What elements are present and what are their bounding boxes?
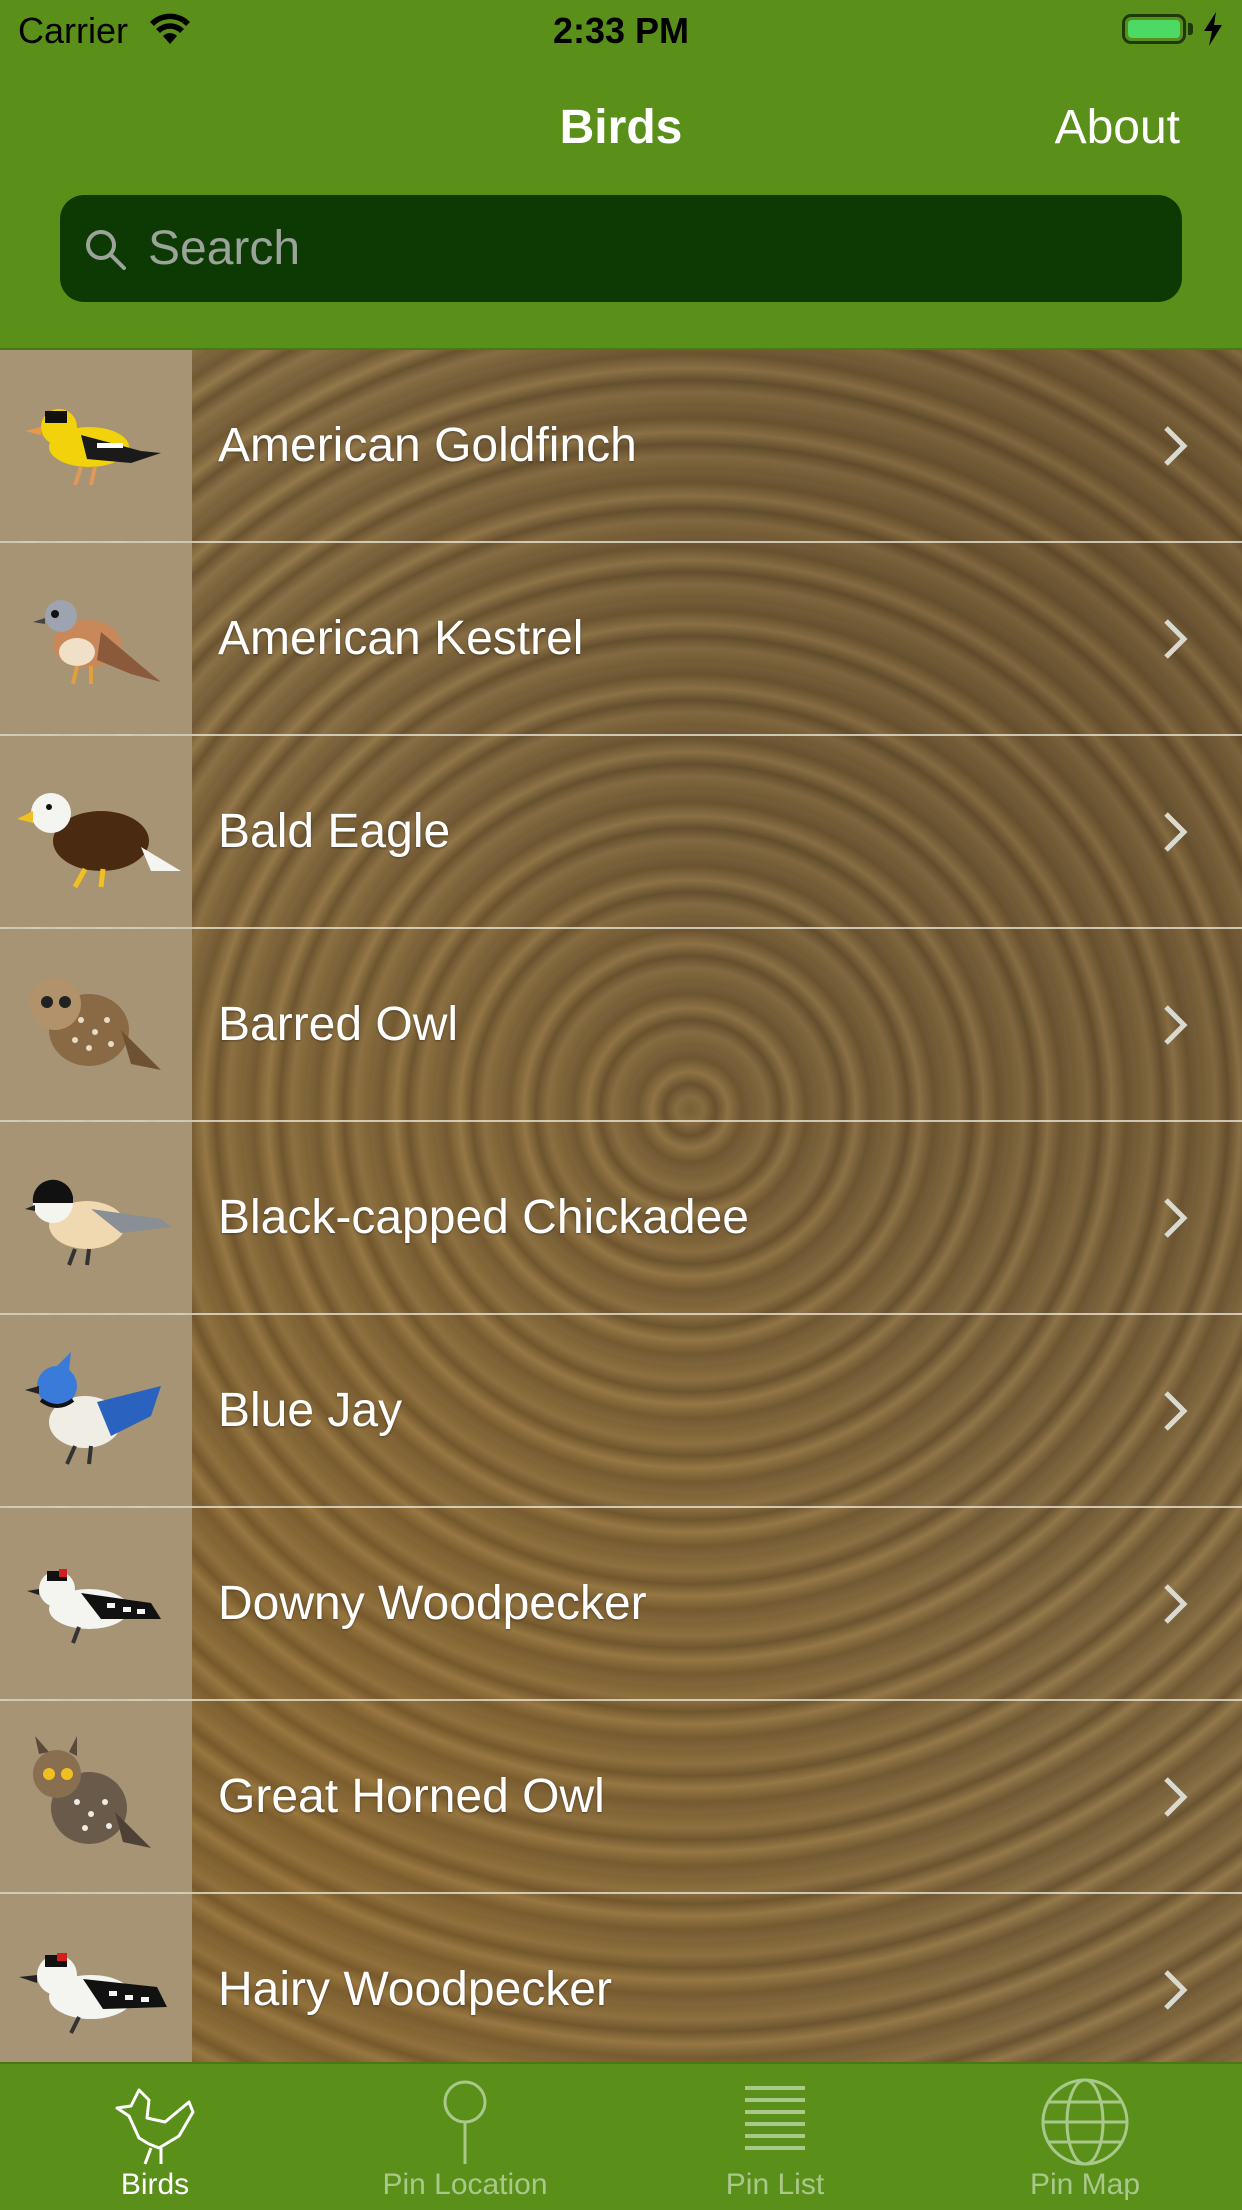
- hairy-woodpecker-icon: [19, 1952, 167, 2034]
- eagle-icon: [17, 792, 181, 888]
- battery-tip: [1188, 23, 1193, 35]
- chickadee-icon: [25, 1179, 171, 1266]
- tab-pin-location[interactable]: Pin Location: [310, 2064, 620, 2210]
- list-item-blue-jay[interactable]: Blue Jay: [0, 1315, 1242, 1508]
- list-item-american-goldfinch[interactable]: American Goldfinch: [0, 350, 1242, 543]
- bird-name: Downy Woodpecker: [218, 1577, 647, 1630]
- kestrel-icon: [33, 599, 161, 684]
- chevron-right-icon: [1164, 425, 1188, 466]
- bird-name: Black-capped Chickadee: [218, 1191, 749, 1244]
- bird-name: Bald Eagle: [218, 805, 451, 858]
- search-bar[interactable]: [60, 195, 1182, 302]
- bird-list: American Goldfinch American Kestrel Bald…: [0, 350, 1242, 2062]
- bird-thumbnail: [0, 1122, 192, 1313]
- chevron-right-icon: [1164, 1583, 1188, 1624]
- bird-thumbnail: [0, 350, 192, 541]
- tab-label: Birds: [120, 2168, 190, 2201]
- list-item-hairy-woodpecker[interactable]: Hairy Woodpecker: [0, 1894, 1242, 2062]
- bird-thumbnail: [0, 1701, 192, 1892]
- chevron-right-icon: [1164, 1776, 1188, 1817]
- battery-icon: [1122, 14, 1186, 44]
- search-input[interactable]: [146, 220, 1100, 277]
- chevron-right-icon: [1164, 1004, 1188, 1045]
- status-bar: Carrier 2:33 PM: [0, 0, 1242, 60]
- charging-bolt-icon: [1204, 12, 1222, 46]
- list-item-bald-eagle[interactable]: Bald Eagle: [0, 736, 1242, 929]
- blue-jay-icon: [25, 1351, 161, 1465]
- tab-pin-list[interactable]: Pin List: [620, 2064, 930, 2210]
- bird-thumbnail: [0, 929, 192, 1120]
- bird-name: Barred Owl: [218, 998, 459, 1051]
- list-item-downy-woodpecker[interactable]: Downy Woodpecker: [0, 1508, 1242, 1701]
- chevron-right-icon: [1164, 1969, 1188, 2010]
- list-item-great-horned-owl[interactable]: Great Horned Owl: [0, 1701, 1242, 1894]
- tab-pin-map[interactable]: Pin Map: [930, 2064, 1240, 2210]
- pin-icon: [443, 2080, 487, 2164]
- clock: 2:33 PM: [552, 10, 690, 51]
- downy-woodpecker-icon: [27, 1568, 161, 1644]
- barred-owl-icon: [29, 977, 161, 1070]
- bird-name: Blue Jay: [218, 1384, 403, 1437]
- bird-name: Hairy Woodpecker: [218, 1963, 612, 2016]
- bird-name: Great Horned Owl: [218, 1770, 605, 1823]
- chevron-right-icon: [1164, 618, 1188, 659]
- top-bar: Carrier 2:33 PM Birds About: [0, 0, 1242, 350]
- list-item-black-capped-chickadee[interactable]: Black-capped Chickadee: [0, 1122, 1242, 1315]
- goldfinch-icon: [25, 408, 161, 486]
- bird-thumbnail: [0, 1508, 192, 1699]
- search-icon: [86, 229, 126, 270]
- tab-bar: Birds Pin Location Pin List Pin Map: [0, 2062, 1242, 2210]
- great-horned-owl-icon: [33, 1735, 151, 1848]
- list-icon: [745, 2086, 805, 2150]
- bird-icon: [115, 2088, 195, 2165]
- globe-icon: [1041, 2078, 1129, 2166]
- bird-thumbnail: [0, 1315, 192, 1506]
- chevron-right-icon: [1164, 1390, 1188, 1431]
- list-item-barred-owl[interactable]: Barred Owl: [0, 929, 1242, 1122]
- bird-thumbnail: [0, 736, 192, 927]
- tab-label: Pin Location: [382, 2168, 548, 2201]
- tab-birds[interactable]: Birds: [0, 2064, 310, 2210]
- chevron-right-icon: [1164, 811, 1188, 852]
- bird-thumbnail: [0, 543, 192, 734]
- tab-label: Pin Map: [1029, 2168, 1141, 2201]
- about-button[interactable]: About: [1055, 100, 1180, 155]
- bird-name: American Kestrel: [218, 612, 584, 665]
- bird-name: American Goldfinch: [218, 419, 637, 472]
- chevron-right-icon: [1164, 1197, 1188, 1238]
- bird-thumbnail: [0, 1894, 192, 2062]
- tab-label: Pin List: [725, 2168, 825, 2201]
- list-item-american-kestrel[interactable]: American Kestrel: [0, 543, 1242, 736]
